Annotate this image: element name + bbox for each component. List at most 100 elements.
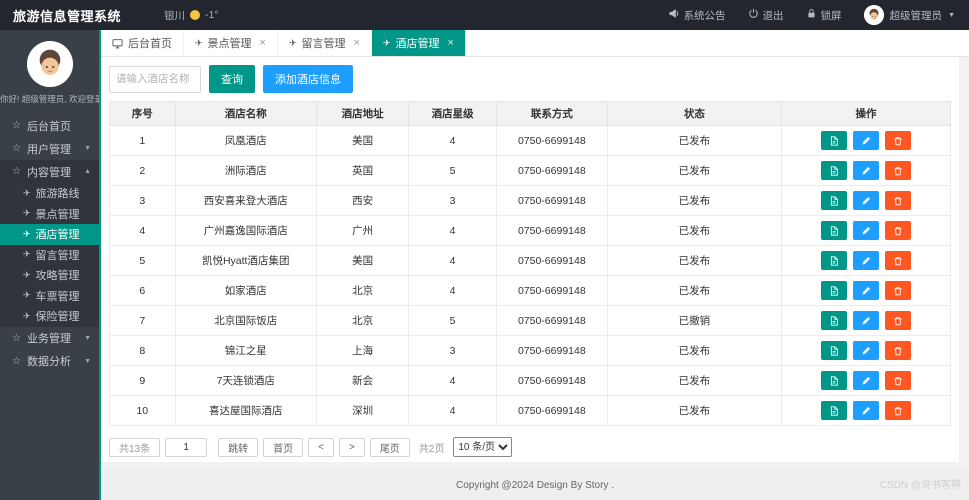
edit-button[interactable] bbox=[852, 221, 879, 240]
delete-button[interactable] bbox=[884, 311, 911, 330]
topbar: 旅游信息管理系统 银川 -1° 系统公告 退出 锁屏 超级管理员 ▼ bbox=[0, 0, 969, 30]
view-button[interactable] bbox=[820, 281, 847, 300]
trash-icon bbox=[893, 376, 903, 386]
sidebar-item-label: 业务管理 bbox=[26, 333, 71, 345]
sidebar-subitem-label: 车票管理 bbox=[35, 290, 80, 303]
close-icon[interactable]: × bbox=[354, 37, 360, 49]
page-number-input[interactable] bbox=[165, 437, 208, 457]
username: 超级管理员 bbox=[889, 9, 943, 22]
edit-button[interactable] bbox=[852, 281, 879, 300]
edit-button[interactable] bbox=[852, 311, 879, 330]
pencil-icon bbox=[861, 166, 871, 176]
view-button[interactable] bbox=[820, 371, 847, 390]
sidebar-subitem-routes[interactable]: ✈ 旅游路线 bbox=[0, 183, 99, 204]
user-menu[interactable]: 超级管理员 ▼ bbox=[863, 5, 955, 25]
tab-messages[interactable]: ✈ 留言管理 × bbox=[278, 30, 372, 56]
sidebar-item-users[interactable]: ☆ 用户管理 ▼ bbox=[0, 137, 99, 160]
sidebar-item-home[interactable]: ☆ 后台首页 bbox=[0, 114, 99, 137]
cell-actions bbox=[780, 395, 952, 426]
delete-button[interactable] bbox=[884, 281, 911, 300]
page-size-select[interactable]: 10 条/页 bbox=[453, 437, 513, 457]
file-icon bbox=[829, 165, 839, 176]
edit-button[interactable] bbox=[852, 131, 879, 150]
sidebar-subitem-guides[interactable]: ✈ 攻略管理 bbox=[0, 265, 99, 286]
column-header: 酒店地址 bbox=[315, 101, 410, 126]
cell-index: 3 bbox=[109, 185, 176, 216]
delete-button[interactable] bbox=[884, 221, 911, 240]
plane-icon: ✈ bbox=[23, 290, 31, 301]
content-area: 查询 添加酒店信息 序号酒店名称酒店地址酒店星级联系方式状态操作 1凤凰酒店美国… bbox=[101, 57, 969, 470]
view-button[interactable] bbox=[820, 341, 847, 360]
cell-actions bbox=[780, 185, 952, 216]
lockscreen-button[interactable]: 锁屏 bbox=[806, 8, 842, 23]
cell-contact: 0750-6699148 bbox=[495, 155, 608, 186]
plane-icon: ✈ bbox=[382, 37, 391, 48]
table-row: 10 喜达屋国际酒店 深圳 4 0750-6699148 已发布 bbox=[109, 395, 952, 426]
delete-button[interactable] bbox=[884, 191, 911, 210]
cell-contact: 0750-6699148 bbox=[495, 275, 608, 306]
last-page-button[interactable]: 尾页 bbox=[369, 437, 410, 457]
view-button[interactable] bbox=[820, 311, 847, 330]
add-hotel-button[interactable]: 添加酒店信息 bbox=[263, 65, 353, 93]
sidebar-subitem-tickets[interactable]: ✈ 车票管理 bbox=[0, 286, 99, 307]
sidebar-subitem-hotels[interactable]: ✈ 酒店管理 bbox=[0, 224, 99, 245]
cell-hotel-address: 西安 bbox=[315, 185, 410, 216]
view-button[interactable] bbox=[820, 401, 847, 420]
delete-button[interactable] bbox=[884, 251, 911, 270]
view-button[interactable] bbox=[820, 131, 847, 150]
sidebar-subitem-messages[interactable]: ✈ 留言管理 bbox=[0, 245, 99, 266]
file-icon bbox=[829, 285, 839, 296]
sidebar-group-content: ☆ 内容管理 ▲ ✈ 旅游路线 ✈ 景点管理 ✈ 酒店管理 ✈ 留言管理 ✈ 攻略管理 ✈ 车票管理 ✈ 保险管… bbox=[0, 160, 99, 327]
sidebar-item-analytics[interactable]: ☆ 数据分析 ▼ bbox=[0, 350, 99, 373]
edit-button[interactable] bbox=[852, 251, 879, 270]
edit-button[interactable] bbox=[852, 341, 879, 360]
edit-button[interactable] bbox=[852, 401, 879, 420]
tab-home[interactable]: 后台首页 bbox=[101, 30, 184, 56]
sidebar-subitem-label: 留言管理 bbox=[35, 249, 80, 262]
edit-button[interactable] bbox=[852, 191, 879, 210]
edit-button[interactable] bbox=[852, 371, 879, 390]
close-icon[interactable]: × bbox=[260, 37, 266, 49]
search-button[interactable]: 查询 bbox=[209, 65, 255, 93]
plane-icon: ✈ bbox=[23, 249, 31, 260]
cell-index: 6 bbox=[109, 275, 176, 306]
tab-label: 留言管理 bbox=[301, 38, 346, 50]
sidebar-subitem-spots[interactable]: ✈ 景点管理 bbox=[0, 204, 99, 225]
trash-icon bbox=[893, 286, 903, 296]
cell-hotel-address: 美国 bbox=[315, 125, 410, 156]
delete-button[interactable] bbox=[884, 371, 911, 390]
view-button[interactable] bbox=[820, 161, 847, 180]
delete-button[interactable] bbox=[884, 161, 911, 180]
hotel-search-input[interactable] bbox=[109, 65, 201, 93]
logout-button[interactable]: 退出 bbox=[748, 8, 784, 23]
cell-hotel-name: 凤凰酒店 bbox=[174, 125, 317, 156]
app-title: 旅游信息管理系统 bbox=[13, 8, 122, 24]
sidebar-item-label: 后台首页 bbox=[26, 120, 71, 133]
sidebar-item-business[interactable]: ☆ 业务管理 ▼ bbox=[0, 327, 99, 350]
view-button[interactable] bbox=[820, 221, 847, 240]
delete-button[interactable] bbox=[884, 401, 911, 420]
tab-hotels[interactable]: ✈ 酒店管理 × bbox=[371, 30, 466, 56]
prev-page-button[interactable]: < bbox=[308, 437, 334, 457]
hotel-table-wrap: 序号 酒店名称 酒店地址 酒店星级 联系方式 状态 操作 1 凤凰酒店 美国 4 0750-6699… bbox=[101, 101, 959, 426]
delete-button[interactable] bbox=[884, 131, 911, 150]
hotel-table-body: 1 凤凰酒店 美国 4 0750-6699148 已发布 2 洲际酒店 英国 5 0750-6699… bbox=[109, 125, 952, 426]
trash-icon bbox=[893, 136, 903, 146]
sidebar-greeting: 你好! 超级管理员, 欢迎登录 bbox=[0, 94, 101, 104]
first-page-button[interactable]: 首页 bbox=[263, 437, 304, 457]
sidebar-subitem-insurance[interactable]: ✈ 保险管理 bbox=[0, 306, 99, 327]
announcement-button[interactable]: 系统公告 bbox=[669, 8, 726, 23]
view-button[interactable] bbox=[820, 251, 847, 270]
cell-hotel-name: 凯悦Hyatt酒店集团 bbox=[174, 245, 317, 276]
tab-spots[interactable]: ✈ 景点管理 × bbox=[184, 30, 278, 56]
delete-button[interactable] bbox=[884, 341, 911, 360]
jump-button[interactable]: 跳转 bbox=[218, 437, 259, 457]
next-page-button[interactable]: > bbox=[338, 437, 365, 457]
close-icon[interactable]: × bbox=[448, 37, 454, 49]
edit-button[interactable] bbox=[852, 161, 879, 180]
sidebar-item-content[interactable]: ☆ 内容管理 ▲ bbox=[0, 160, 99, 183]
monitor-icon bbox=[112, 38, 123, 49]
view-button[interactable] bbox=[820, 191, 847, 210]
logout-label: 退出 bbox=[762, 9, 784, 22]
copyright-text: Copyright @2024 Design By Story . bbox=[455, 479, 614, 491]
